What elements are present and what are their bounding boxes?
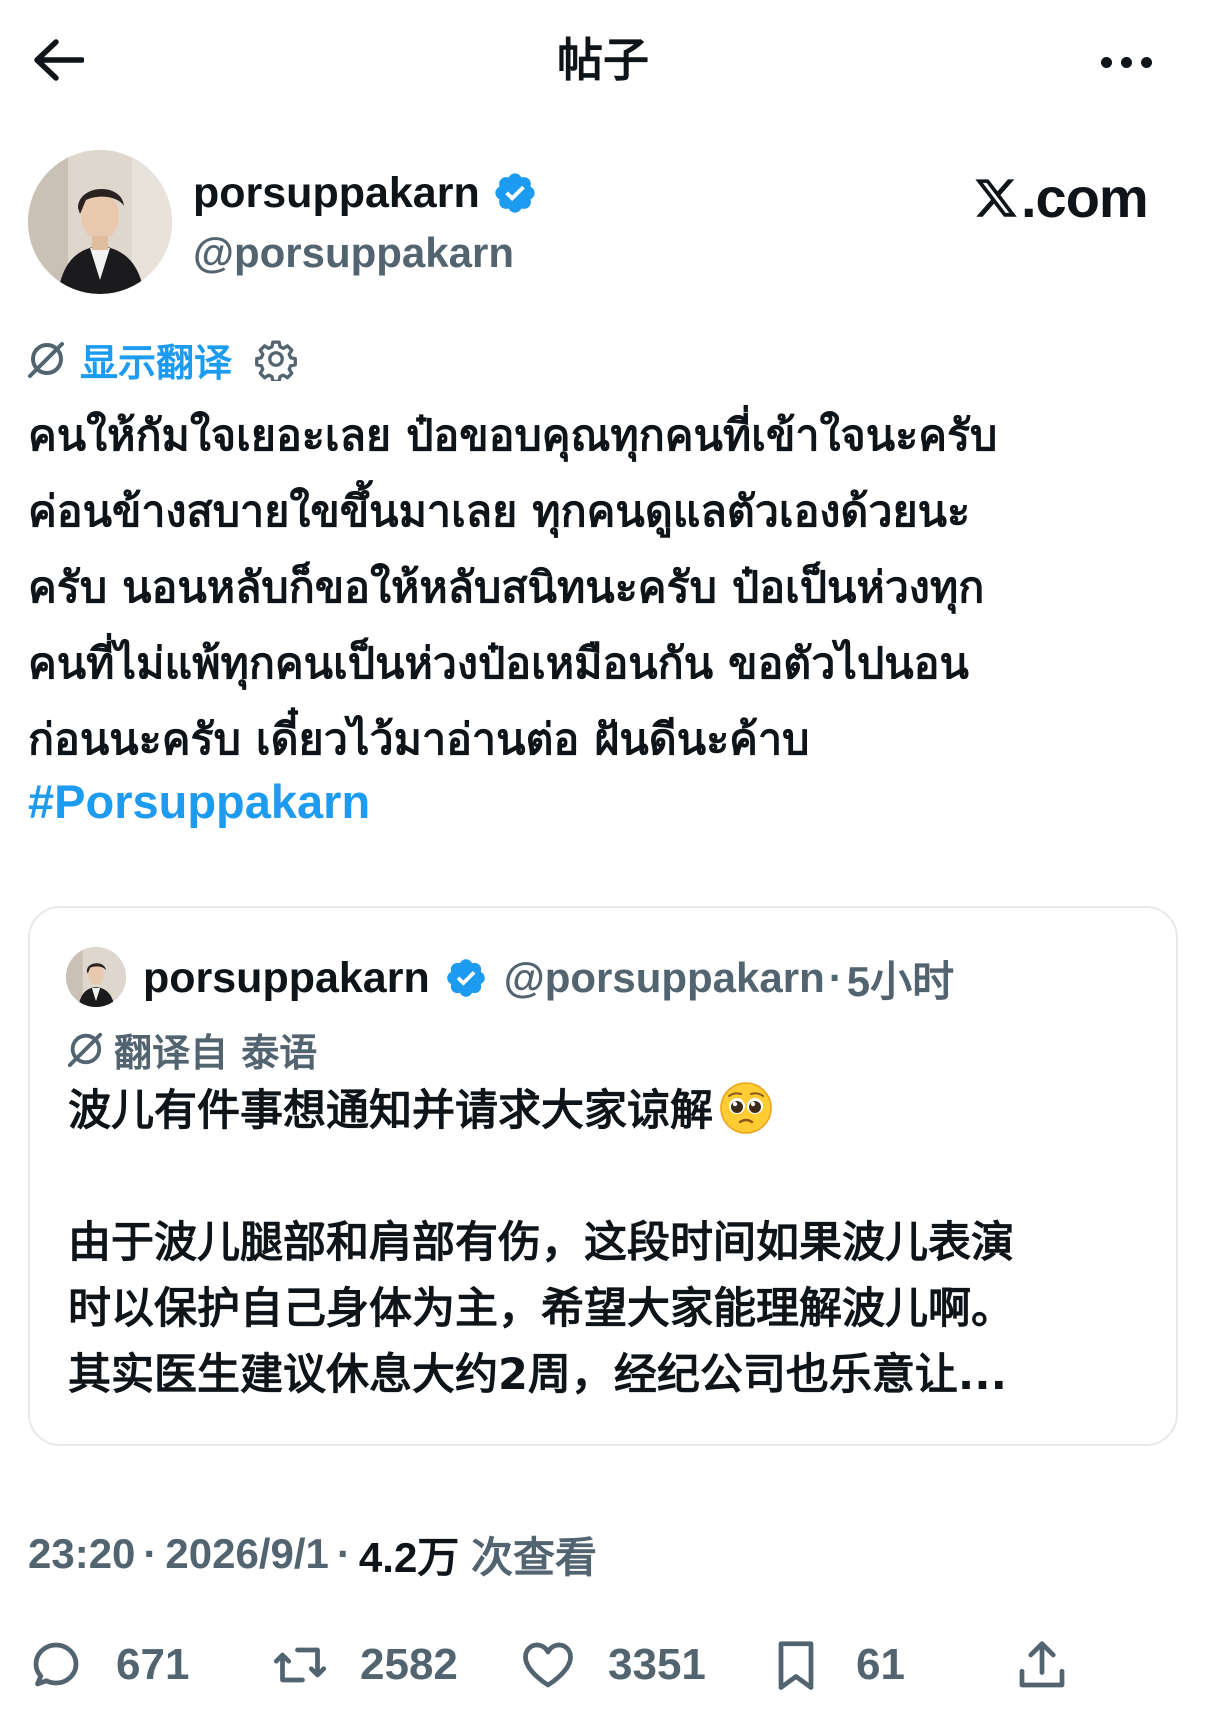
x-com-text: .com [1021,166,1149,229]
view-label: 次查看 [459,1533,597,1581]
show-translation-link[interactable]: 显示翻译 [80,332,232,387]
quoted-post-header: porsuppakarn @porsuppakarn · 5小时 [143,950,954,1006]
page-title: 帖子 [557,34,649,86]
quoted-post-text: 波儿有件事想通知并请求大家谅解 由于波儿腿部和肩部有伤，这段时间如果波儿表演 时… [68,1078,1148,1408]
quoted-author-avatar[interactable] [66,947,126,1007]
quoted-line-text: 波儿有件事想通知并请求大家谅解 [68,1086,713,1136]
post-time[interactable]: 23:20 [28,1530,135,1578]
tweet-text: คนให้กัมใจเยอะเลย ป๋อขอบคุณทุกคนที่เข้าใ… [28,398,1188,778]
bookmark-icon [778,1641,814,1690]
more-options-button[interactable] [1086,42,1166,82]
quoted-line: 波儿有件事想通知并请求大家谅解 [68,1078,1148,1144]
author-handle[interactable]: @porsuppakarn [193,226,514,280]
translate-icon [28,342,64,378]
repost-button[interactable]: 2582 [270,1636,458,1694]
avatar-photo [66,947,126,1007]
quoted-line-blank [68,1144,1148,1210]
separator-dot: · [828,954,843,1001]
bookmark-count: 61 [856,1640,905,1689]
back-button[interactable] [28,30,88,90]
quoted-line: 其实医生建议休息大约2周，经纪公司也乐意让... [68,1350,1007,1400]
quoted-line: 由于波儿腿部和肩部有伤，这段时间如果波儿表演 [68,1218,1014,1268]
tweet-line: คนให้กัมใจเยอะเลย ป๋อขอบคุณทุกคนที่เข้าใ… [28,411,998,461]
repost-count: 2582 [360,1640,458,1689]
tweet-line: ครับ นอนหลับก็ขอให้หลับสนิทนะครับ ป๋อเป็… [28,563,985,613]
bookmark-button[interactable]: 61 [766,1636,905,1694]
post-meta: 23:20 · 2026/9/1 · 4.2万 次查看 [28,1524,597,1584]
like-button[interactable]: 3351 [518,1636,706,1694]
pleading-face-emoji [720,1082,772,1134]
hashtag-link[interactable]: #Porsuppakarn [28,772,370,832]
more-icon [1100,56,1152,68]
quoted-post-time[interactable]: 5小时 [847,948,954,1009]
quoted-line: 时以保护自己身体为主，希望大家能理解波儿啊。 [68,1284,1014,1334]
reply-icon [33,1642,79,1687]
reply-count: 671 [116,1640,190,1689]
repost-icon [273,1647,327,1683]
like-icon [523,1642,573,1688]
post-date[interactable]: 2026/9/1 [165,1530,329,1578]
translation-row: 显示翻译 [26,332,298,387]
tweet-line: ก่อนนะครับ เดี๋ยวไว้มาอ่านต่อ ฝันดีนะค้า… [28,715,810,765]
quoted-author-name[interactable]: porsuppakarn [143,954,430,1003]
author-avatar[interactable] [28,150,172,294]
quoted-translation-row: 翻译自 泰语 [66,1024,318,1075]
avatar-photo [28,150,172,294]
back-arrow-icon [34,39,84,81]
x-com-watermark: .com [973,168,1163,228]
tweet-line: ค่อนข้างสบายใขขึ้นมาเลย ทุกคนดูแลตัวเองด… [28,487,971,537]
tweet-line: คนที่ไม่แพ้ทุกคนเป็นห่วงป๋อเหมือนกัน ขอต… [28,639,969,689]
share-button[interactable] [1012,1636,1072,1694]
gear-icon[interactable] [254,337,298,381]
like-count: 3351 [608,1640,706,1689]
quoted-author-handle[interactable]: @porsuppakarn [504,954,825,1002]
separator-dot: · [143,1530,158,1577]
translate-icon [67,1032,103,1068]
verified-badge-icon [446,959,485,997]
view-count: 4.2万 [358,1533,460,1581]
author-name: porsuppakarn [193,169,480,217]
separator-dot: · [336,1530,351,1577]
x-logo-icon [975,179,1017,217]
verified-badge-icon [495,173,535,213]
share-icon [1019,1641,1065,1688]
translated-from-label: 翻译自 泰语 [114,1030,318,1075]
reply-button[interactable]: 671 [26,1636,189,1694]
author-name-row[interactable]: porsuppakarn [193,166,538,220]
